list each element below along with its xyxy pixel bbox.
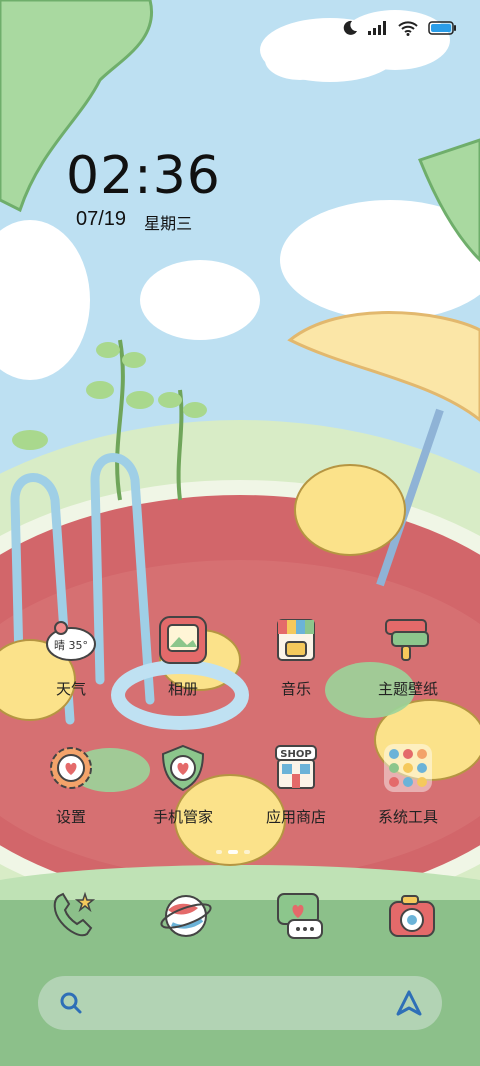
browser-icon: [160, 895, 212, 937]
music-icon: [277, 619, 315, 661]
dock-phone[interactable]: [45, 888, 105, 948]
security-icon: [161, 744, 205, 792]
app-weather[interactable]: 晴 35° 天气: [16, 614, 126, 699]
wifi-icon: [398, 20, 418, 36]
status-bar: [342, 20, 456, 36]
app-security[interactable]: 手机管家: [128, 742, 238, 827]
gallery-icon: [159, 616, 207, 664]
weather-icon: 晴 35°: [46, 621, 96, 661]
camera-icon: [389, 895, 435, 937]
clock-time: 02:36: [66, 146, 221, 206]
app-label: 音乐: [280, 680, 311, 698]
app-label: 主题壁纸: [377, 680, 438, 698]
dock-messages[interactable]: [272, 888, 332, 948]
page-indicator: [216, 850, 250, 854]
app-settings[interactable]: 设置: [16, 742, 126, 827]
page-dot: [244, 850, 250, 854]
clock-date: 07/19: [76, 208, 127, 230]
dock-camera[interactable]: [384, 888, 444, 948]
search-bar[interactable]: [38, 976, 442, 1030]
app-label: 设置: [55, 808, 86, 826]
app-music[interactable]: 音乐: [241, 614, 351, 699]
phone-icon: [53, 891, 96, 937]
app-folder-tools[interactable]: 系统工具: [353, 742, 463, 827]
theme-icon: [385, 619, 429, 661]
app-gallery[interactable]: 相册: [128, 614, 238, 699]
settings-icon: [50, 747, 92, 789]
app-label: 应用商店: [265, 808, 326, 826]
page-dot: [216, 850, 222, 854]
app-store-badge: SHOP: [280, 749, 311, 760]
app-store-icon: SHOP: [275, 745, 317, 789]
app-label: 系统工具: [377, 808, 438, 826]
weather-widget-text: 晴 35°: [54, 639, 88, 652]
folder-icon: [384, 744, 432, 792]
search-icon[interactable]: [58, 990, 84, 1016]
dock-browser[interactable]: [158, 888, 218, 948]
messages-icon: [277, 893, 323, 939]
app-label: 天气: [55, 680, 86, 698]
page-dot-current: [228, 850, 238, 854]
moon-icon: [343, 20, 357, 35]
assistant-icon[interactable]: [394, 988, 424, 1018]
app-label: 手机管家: [152, 808, 213, 826]
app-store[interactable]: SHOP 应用商店: [241, 742, 351, 827]
app-theme[interactable]: 主题壁纸: [353, 614, 463, 699]
signal-icon: [368, 21, 386, 35]
app-label: 相册: [167, 680, 198, 698]
battery-icon: [428, 21, 456, 35]
clock-weekday: 星期三: [144, 214, 193, 233]
clock-widget[interactable]: 02:36 07/19 星期三: [66, 146, 221, 234]
